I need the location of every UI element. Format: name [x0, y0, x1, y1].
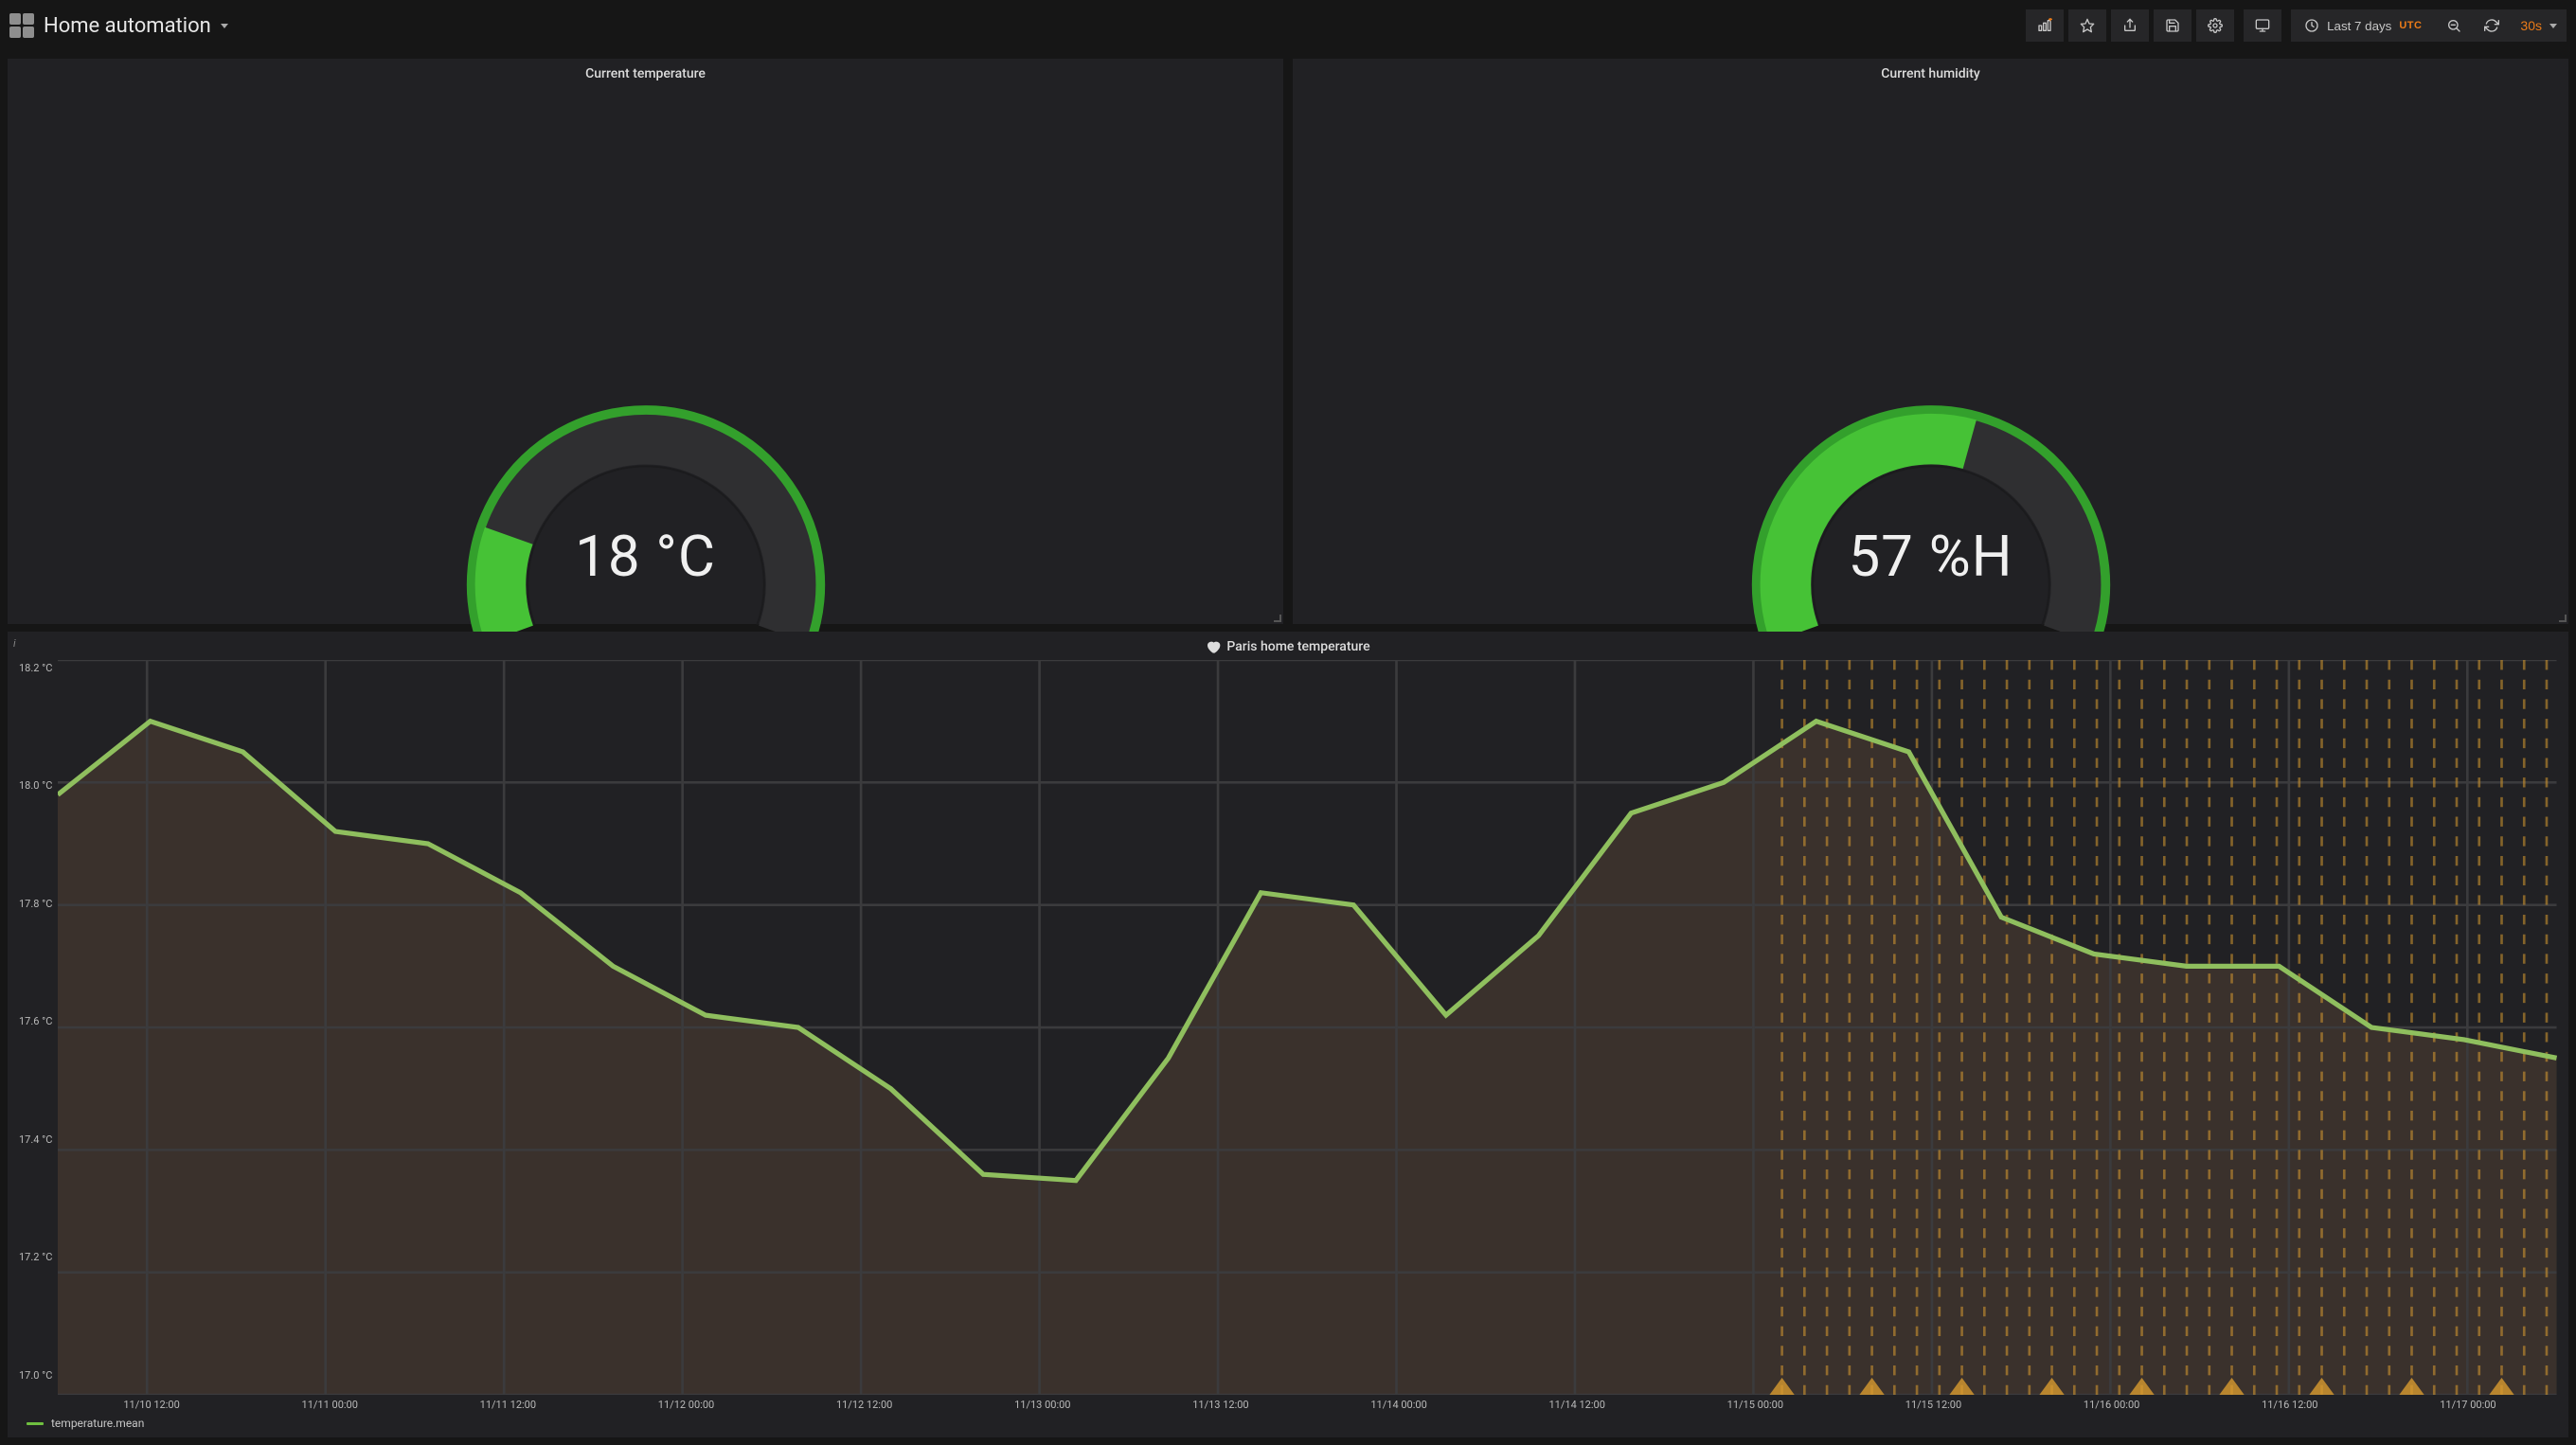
gear-icon	[2208, 18, 2223, 33]
chart-y-axis: 18.2 °C18.0 °C17.8 °C17.6 °C17.4 °C17.2 …	[19, 660, 58, 1395]
cycle-view-button[interactable]	[2244, 9, 2281, 42]
panel-temperature-chart[interactable]: i Paris home temperature 18.2 °C18.0 °C1…	[8, 632, 2568, 1437]
heart-icon	[1206, 639, 1221, 654]
temperature-gauge: 18 °C	[461, 365, 831, 601]
chart-x-axis: 11/10 12:0011/11 00:0011/11 12:0011/12 0…	[19, 1395, 2557, 1411]
humidity-gauge: 57 %H	[1746, 365, 2116, 601]
add-panel-button[interactable]	[2026, 9, 2064, 42]
temperature-value: 18 °C	[461, 523, 831, 590]
share-icon	[2122, 18, 2138, 33]
zoom-out-button[interactable]	[2435, 9, 2473, 42]
timezone-badge: UTC	[2399, 20, 2422, 31]
star-icon	[2080, 18, 2095, 33]
panel-title: Current temperature	[8, 59, 1283, 83]
time-range-label: Last 7 days	[2327, 19, 2391, 33]
save-icon	[2165, 18, 2180, 33]
zoom-out-icon	[2446, 18, 2461, 33]
panel-resize-handle[interactable]	[1274, 615, 1281, 622]
share-dashboard-button[interactable]	[2111, 9, 2149, 42]
panel-temperature-gauge[interactable]: Current temperature 18 °C	[8, 59, 1283, 624]
dashboard-title: Home automation	[44, 14, 211, 38]
dashboard-picker[interactable]: Home automation	[9, 13, 228, 38]
refresh-interval-value: 30s	[2520, 18, 2542, 33]
info-icon[interactable]: i	[13, 637, 16, 650]
save-dashboard-button[interactable]	[2154, 9, 2191, 42]
chevron-down-icon	[221, 24, 228, 28]
panel-humidity-gauge[interactable]: Current humidity 57 %H	[1293, 59, 2568, 624]
chart-legend[interactable]: temperature.mean	[19, 1411, 2557, 1432]
legend-label: temperature.mean	[51, 1417, 144, 1430]
clock-icon	[2304, 18, 2319, 33]
refresh-icon	[2484, 18, 2499, 33]
panel-title: Current humidity	[1293, 59, 2568, 83]
star-dashboard-button[interactable]	[2068, 9, 2106, 42]
monitor-icon	[2255, 18, 2270, 33]
legend-swatch	[27, 1422, 44, 1425]
refresh-interval-picker[interactable]: 30s	[2511, 9, 2567, 42]
chart-plot[interactable]	[58, 660, 2557, 1395]
refresh-button[interactable]	[2473, 9, 2511, 42]
chevron-down-icon	[2549, 24, 2557, 28]
dashboard-settings-button[interactable]	[2196, 9, 2234, 42]
add-panel-icon	[2037, 18, 2052, 33]
panel-resize-handle[interactable]	[2559, 615, 2567, 622]
panel-title-text: Paris home temperature	[1226, 639, 1369, 654]
time-range-picker[interactable]: Last 7 days UTC	[2291, 9, 2435, 42]
dashboards-icon	[9, 13, 34, 38]
humidity-value: 57 %H	[1746, 523, 2116, 590]
